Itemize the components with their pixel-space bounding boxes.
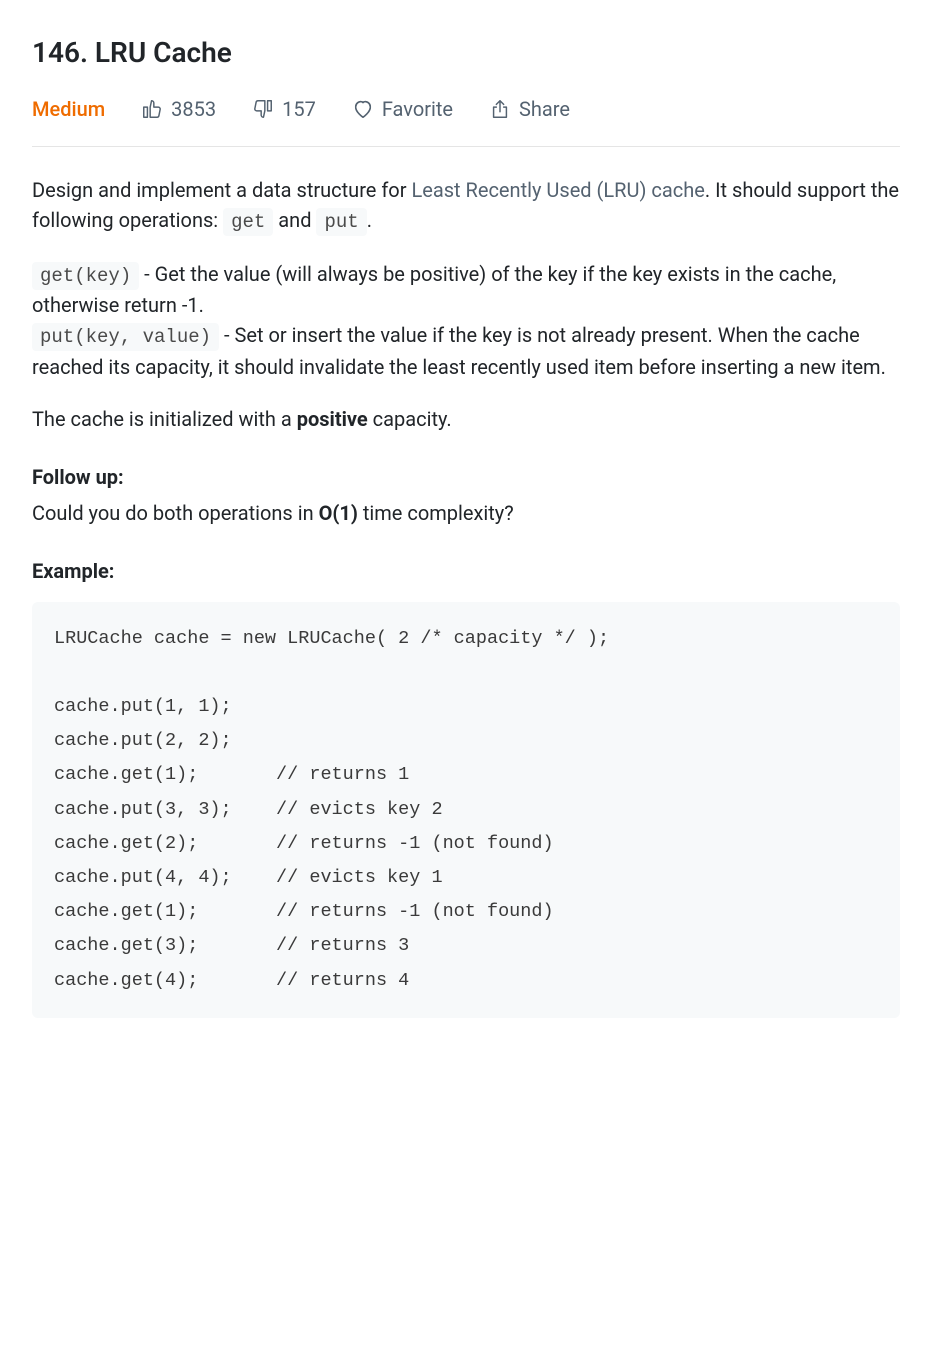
example-code-block: LRUCache cache = new LRUCache( 2 /* capa… — [32, 602, 900, 1018]
favorite-label: Favorite — [382, 94, 453, 124]
like-count: 3853 — [171, 94, 216, 124]
code-get-sig: get(key) — [32, 262, 139, 290]
text: capacity. — [368, 407, 452, 431]
share-icon — [489, 98, 511, 120]
code-put: put — [316, 208, 366, 236]
dislike-count: 157 — [282, 94, 316, 124]
capacity-paragraph: The cache is initialized with a positive… — [32, 404, 900, 434]
text: - Get the value (will always be positive… — [32, 262, 836, 318]
thumbs-up-icon — [141, 98, 163, 120]
text: Design and implement a data structure fo… — [32, 178, 411, 202]
text: The cache is initialized with a — [32, 407, 297, 431]
lru-link[interactable]: Least Recently Used (LRU) cache — [411, 178, 704, 202]
bold-text: positive — [297, 407, 368, 431]
share-button[interactable]: Share — [489, 94, 570, 124]
operations-paragraph: get(key) - Get the value (will always be… — [32, 259, 900, 382]
followup-paragraph: Could you do both operations in O(1) tim… — [32, 498, 900, 528]
thumbs-down-icon — [252, 98, 274, 120]
bold-text: O(1) — [319, 501, 358, 525]
problem-description: Design and implement a data structure fo… — [32, 175, 900, 1018]
difficulty-badge: Medium — [32, 94, 105, 124]
share-label: Share — [519, 94, 570, 124]
example-label: Example: — [32, 556, 900, 586]
favorite-button[interactable]: Favorite — [352, 94, 453, 124]
followup-label: Follow up: — [32, 462, 900, 492]
code-put-sig: put(key, value) — [32, 323, 219, 351]
text: . — [367, 208, 372, 232]
meta-row: Medium 3853 157 Favorite Share — [32, 94, 900, 147]
dislike-button[interactable]: 157 — [252, 94, 316, 124]
heart-icon — [352, 98, 374, 120]
code-get: get — [223, 208, 273, 236]
problem-title: 146. LRU Cache — [32, 32, 900, 74]
text: and — [273, 208, 316, 232]
text: Could you do both operations in — [32, 501, 319, 525]
text: time complexity? — [358, 501, 514, 525]
intro-paragraph: Design and implement a data structure fo… — [32, 175, 900, 237]
like-button[interactable]: 3853 — [141, 94, 216, 124]
